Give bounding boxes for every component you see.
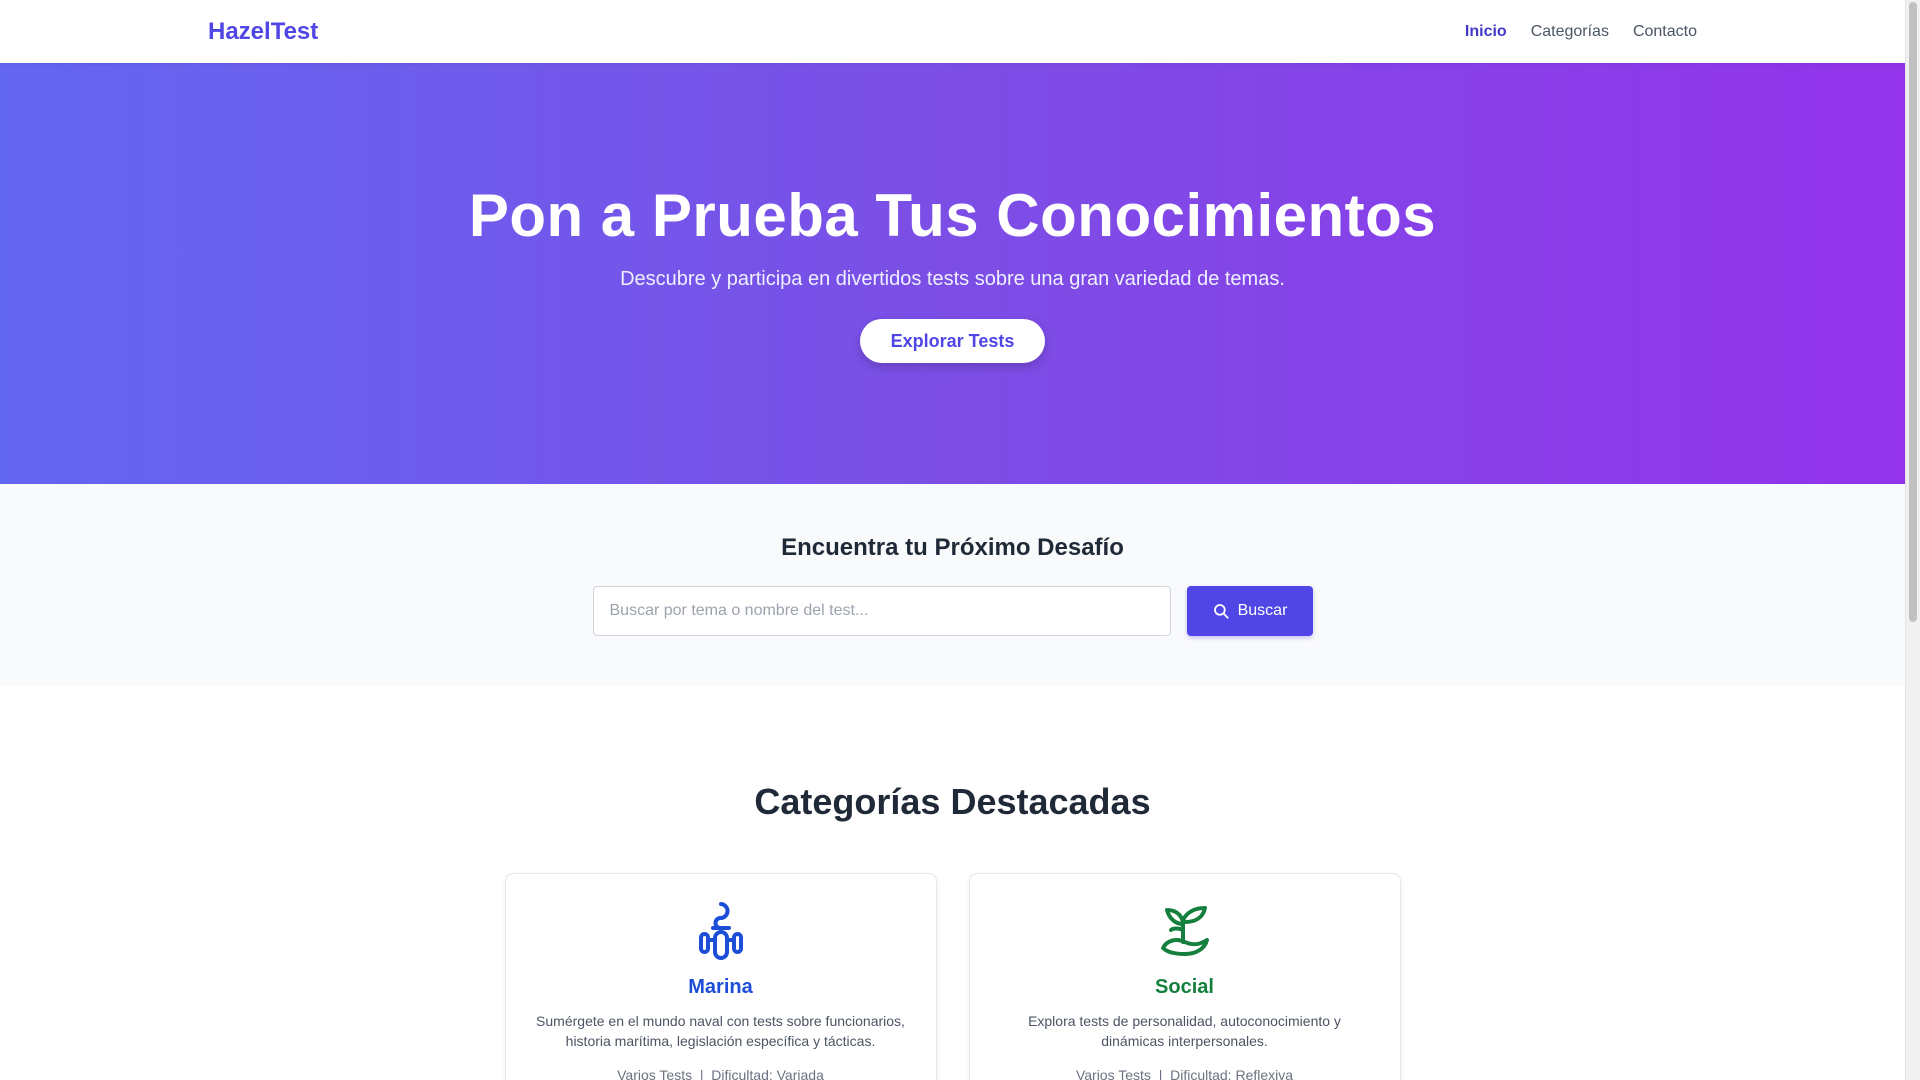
card-meta-social: Varios Tests | Dificultad: Reflexiva [1075,1067,1294,1080]
categories-section: Categorías Destacadas Marina Sumérgete e… [0,686,1905,1080]
card-meta-marina: Varios Tests | Dificultad: Variada [617,1067,824,1080]
nav-link-contacto[interactable]: Contacto [1633,23,1697,41]
nav-link-inicio[interactable]: Inicio [1465,23,1507,41]
hero-section: Pon a Prueba Tus Conocimientos Descubre … [0,63,1905,484]
page-scrollbar[interactable] [1905,0,1920,1080]
card-title-social: Social [1155,976,1214,998]
hero-title: Pon a Prueba Tus Conocimientos [468,182,1437,249]
search-section: Encuentra tu Próximo Desafío Buscar [0,484,1905,686]
search-button-label: Buscar [1237,602,1288,619]
hero-subtitle: Descubre y participa en divertidos tests… [620,268,1285,290]
page: HazelTest Inicio Categorías Contacto Pon… [0,0,1905,1080]
categories-title: Categorías Destacadas [754,781,1151,822]
nav-links: Inicio Categorías Contacto [1465,23,1697,41]
search-icon [1213,604,1229,619]
card-desc-marina: Sumérgete en el mundo naval con tests so… [536,1013,905,1049]
search-input[interactable] [592,586,1171,636]
top-navbar: HazelTest Inicio Categorías Contacto [0,0,1905,63]
explore-tests-button[interactable]: Explorar Tests [859,319,1046,363]
search-row: Buscar [592,586,1313,636]
brand-logo[interactable]: HazelTest [208,18,318,46]
category-cards: Marina Sumérgete en el mundo naval con t… [504,873,1401,1080]
category-card-social[interactable]: Social Explora tests de personalidad, au… [968,873,1401,1080]
category-card-marina[interactable]: Marina Sumérgete en el mundo naval con t… [504,873,937,1080]
sailor-icon [698,902,743,960]
search-button[interactable]: Buscar [1186,586,1313,636]
nav-link-categorias[interactable]: Categorías [1531,23,1609,41]
card-desc-social: Explora tests de personalidad, autoconoc… [1028,1013,1341,1049]
scrollbar-thumb[interactable] [1909,2,1917,622]
search-title: Encuentra tu Próximo Desafío [781,534,1124,561]
seedling-hand-icon [1160,906,1209,956]
card-title-marina: Marina [688,976,753,998]
